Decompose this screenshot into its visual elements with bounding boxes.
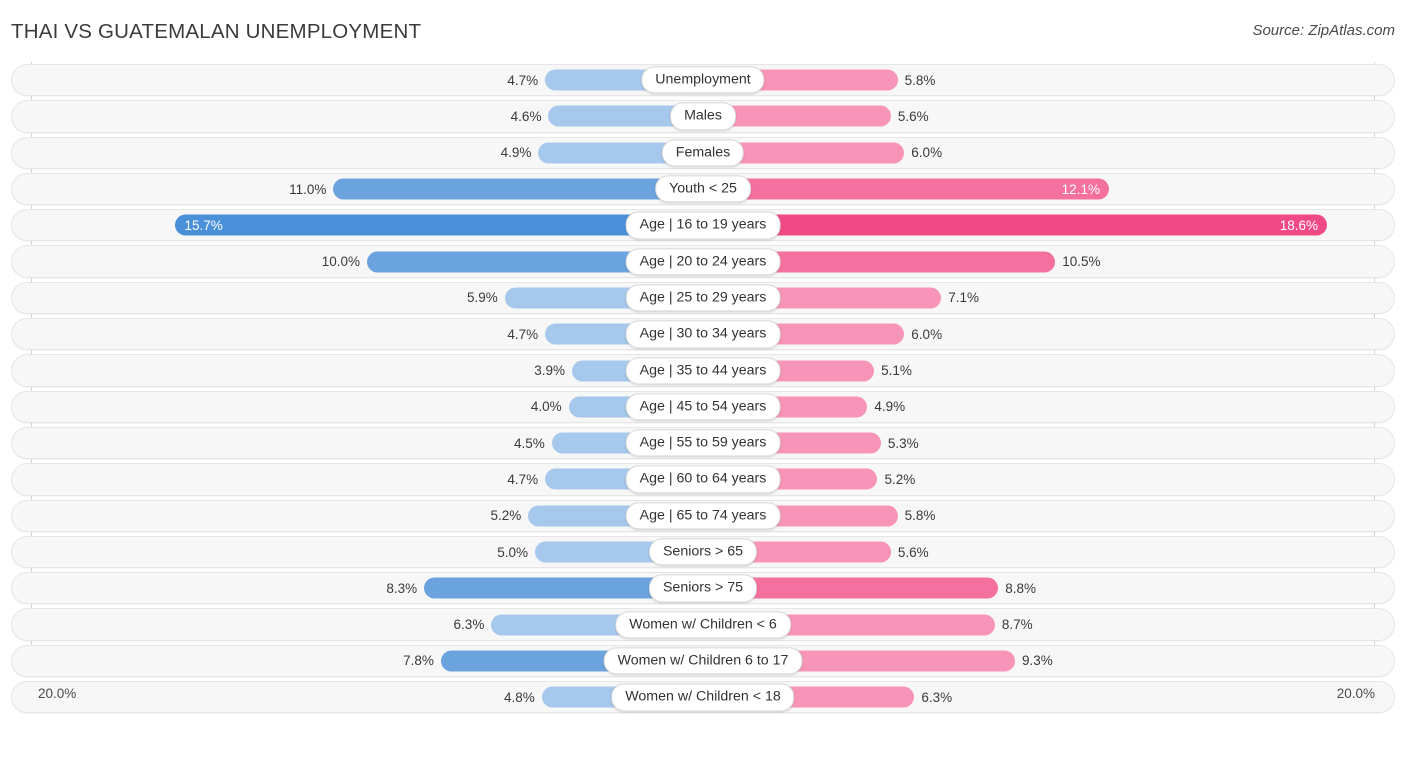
category-label-pill[interactable]: Age | 30 to 34 years xyxy=(625,320,781,348)
bar-value-thai: 4.6% xyxy=(510,108,542,124)
table-row: 4.7% 5.2% Age | 60 to 64 years xyxy=(0,461,1406,497)
table-row: 4.6% 5.6% Males xyxy=(0,98,1406,134)
table-row: 11.0% 12.1% Youth < 25 xyxy=(0,171,1406,207)
category-label-pill[interactable]: Age | 65 to 74 years xyxy=(625,502,781,530)
bar-rows: 4.7% 5.8% Unemployment 4.6% 5.6% Males 4.9% 6.0… xyxy=(0,62,1406,715)
table-row: 4.7% 5.8% Unemployment xyxy=(0,62,1406,98)
table-row: 5.2% 5.8% Age | 65 to 74 years xyxy=(0,498,1406,534)
bar-value-guatemalan: 9.3% xyxy=(1022,653,1053,669)
bar-value-guatemalan: 8.8% xyxy=(1005,580,1037,596)
category-label-pill[interactable]: Females xyxy=(661,139,745,167)
category-label-pill[interactable]: Age | 35 to 44 years xyxy=(625,356,781,385)
bar-value-thai: 4.5% xyxy=(514,435,545,451)
category-label-pill[interactable]: Seniors > 75 xyxy=(648,574,758,602)
bar-guatemalan: 18.6% xyxy=(703,214,1328,236)
bar-value-guatemalan: 5.2% xyxy=(884,471,916,487)
table-row: 15.7% 18.6% Age | 16 to 19 years xyxy=(0,207,1406,243)
bar-value-thai: 6.3% xyxy=(453,617,485,633)
bar-value-thai: 4.7% xyxy=(507,326,539,342)
table-row: 6.3% 8.7% Women w/ Children < 6 xyxy=(0,606,1406,642)
bar-value-guatemalan: 4.9% xyxy=(874,399,906,415)
category-label-pill[interactable]: Males xyxy=(670,102,736,131)
bar-value-guatemalan: 6.0% xyxy=(911,326,943,342)
table-row: 4.5% 5.3% Age | 55 to 59 years xyxy=(0,425,1406,461)
bar-value-thai: 4.9% xyxy=(500,145,532,161)
chart-page: THAI VS GUATEMALAN UNEMPLOYMENT Source: … xyxy=(0,0,1406,757)
bar-value-guatemalan: 5.6% xyxy=(897,108,929,124)
category-label-pill[interactable]: Age | 45 to 54 years xyxy=(625,393,781,421)
category-label-pill[interactable]: Age | 16 to 19 years xyxy=(625,211,781,239)
bar-value-thai: 11.0% xyxy=(289,181,327,197)
plot-area: 4.7% 5.8% Unemployment 4.6% 5.6% Males 4.9% 6.0… xyxy=(0,62,1406,718)
bar-value-thai: 4.8% xyxy=(503,689,535,705)
source-attribution: Source: ZipAtlas.com xyxy=(1252,22,1395,39)
bar-value-guatemalan: 10.5% xyxy=(1062,254,1101,270)
table-row: 5.9% 7.1% Age | 25 to 29 years xyxy=(0,280,1406,316)
category-label-pill[interactable]: Age | 55 to 59 years xyxy=(625,429,781,457)
bar-value-guatemalan: 18.6% xyxy=(1279,217,1319,233)
bar-value-guatemalan: 5.1% xyxy=(881,363,912,379)
table-row: 5.0% 5.6% Seniors > 65 xyxy=(0,534,1406,570)
bar-value-guatemalan: 7.1% xyxy=(948,290,979,306)
bar-value-guatemalan: 12.1% xyxy=(1061,181,1100,197)
table-row: 7.8% 9.3% Women w/ Children 6 to 17 xyxy=(0,643,1406,679)
bar-value-guatemalan: 6.3% xyxy=(921,689,953,705)
bar-value-thai: 15.7% xyxy=(184,217,223,233)
category-label-pill[interactable]: Seniors > 65 xyxy=(648,538,758,566)
bar-value-thai: 10.0% xyxy=(321,254,360,270)
bar-thai: 15.7% xyxy=(175,214,703,236)
bar-value-guatemalan: 5.8% xyxy=(904,72,936,88)
table-row: 4.9% 6.0% Females xyxy=(0,135,1406,171)
category-label-pill[interactable]: Age | 60 to 64 years xyxy=(625,465,781,494)
bar-value-thai: 5.2% xyxy=(490,508,522,524)
bar-value-guatemalan: 8.7% xyxy=(1001,617,1033,633)
category-label-pill[interactable]: Women w/ Children < 6 xyxy=(615,610,791,639)
bar-value-thai: 7.8% xyxy=(403,653,434,669)
bar-guatemalan: 12.1% xyxy=(703,178,1109,200)
bar-value-guatemalan: 5.8% xyxy=(904,508,936,524)
category-label-pill[interactable]: Age | 20 to 24 years xyxy=(625,247,781,276)
bar-value-thai: 8.3% xyxy=(386,580,418,596)
category-label-pill[interactable]: Youth < 25 xyxy=(655,175,751,203)
category-label-pill[interactable]: Age | 25 to 29 years xyxy=(625,284,781,312)
table-row: 4.7% 6.0% Age | 30 to 34 years xyxy=(0,316,1406,352)
bar-value-thai: 4.7% xyxy=(507,72,539,88)
bar-value-thai: 4.0% xyxy=(530,399,562,415)
bar-value-guatemalan: 6.0% xyxy=(911,145,943,161)
bar-value-guatemalan: 5.6% xyxy=(897,544,929,560)
category-label-pill[interactable]: Unemployment xyxy=(641,66,765,94)
category-label-pill[interactable]: Women w/ Children < 18 xyxy=(611,683,795,711)
page-title: THAI VS GUATEMALAN UNEMPLOYMENT xyxy=(11,20,422,43)
table-row: 8.3% 8.8% Seniors > 75 xyxy=(0,570,1406,606)
bar-value-thai: 4.7% xyxy=(507,471,539,487)
bar-value-thai: 5.9% xyxy=(466,290,498,306)
bar-value-thai: 5.0% xyxy=(497,544,528,560)
category-label-pill[interactable]: Women w/ Children 6 to 17 xyxy=(603,647,803,675)
bar-value-guatemalan: 5.3% xyxy=(887,435,919,451)
bar-value-thai: 3.9% xyxy=(534,363,565,379)
table-row: 3.9% 5.1% Age | 35 to 44 years xyxy=(0,352,1406,388)
bar-thai: 11.0% xyxy=(289,178,703,200)
table-row: 4.0% 4.9% Age | 45 to 54 years xyxy=(0,389,1406,425)
table-row: 10.0% 10.5% Age | 20 to 24 years xyxy=(0,243,1406,279)
